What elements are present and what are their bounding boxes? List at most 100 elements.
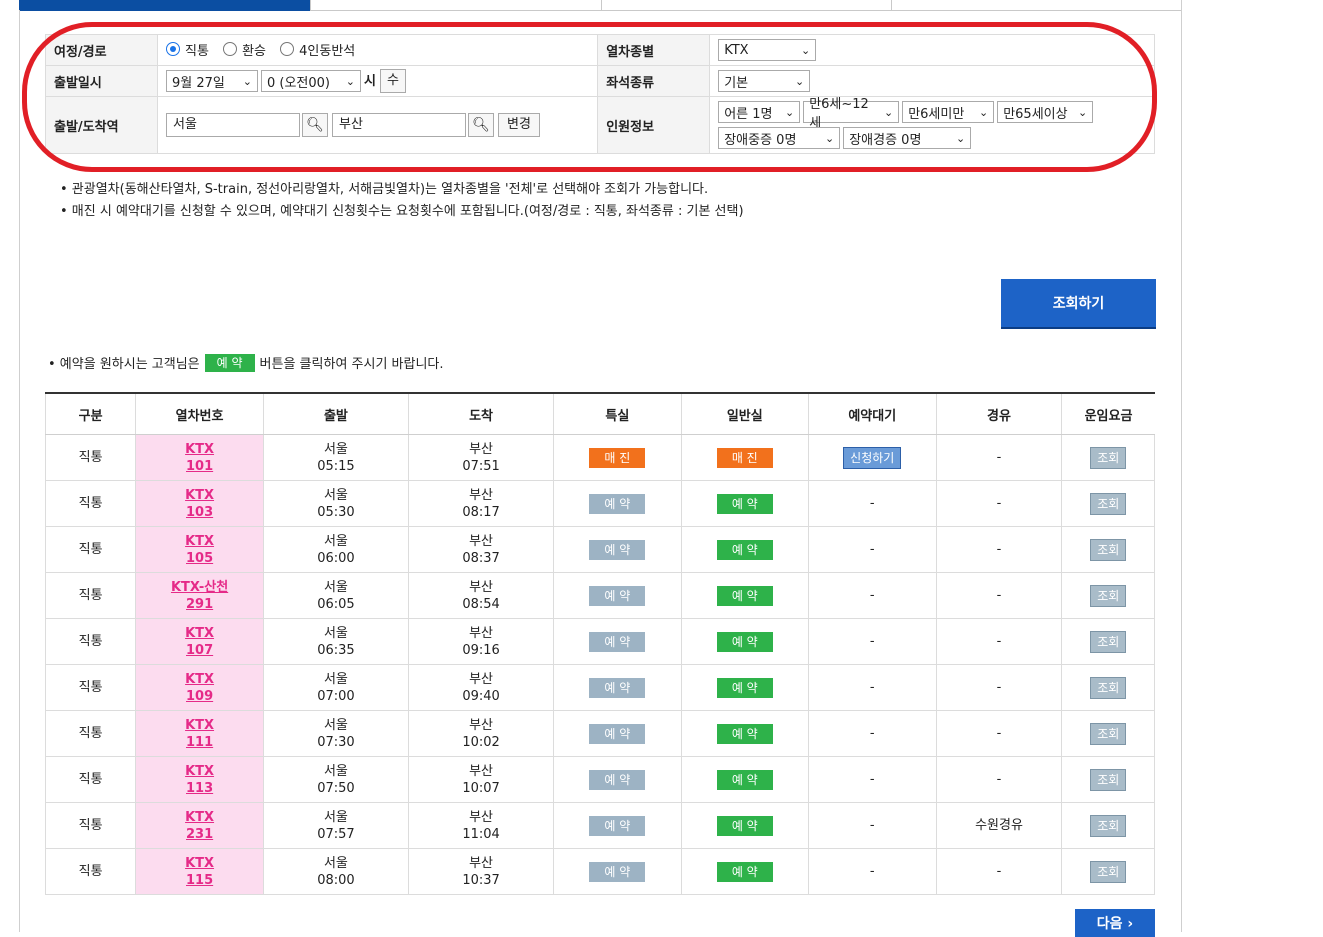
train-type-cell: KTX ⌄ [709,34,1155,66]
waitlist-empty: - [869,772,875,787]
fare-cell: 조회 [1061,434,1155,481]
train-type-select[interactable]: KTX ⌄ [718,39,817,61]
search-form: 여정/경로 직통 환승 4인동반석 열차종별 KTX ⌄ 출발일시 9월 27일 ⌄… [45,34,1155,154]
fare-button[interactable]: 조회 [1090,630,1127,653]
tab-4[interactable] [891,0,1182,11]
route-transfer-radio[interactable]: 환승 [223,40,266,59]
search-button[interactable]: 조회하기 [1001,279,1156,327]
arrival-search-button[interactable]: 🔍︎ [468,113,494,137]
arrival-input[interactable]: 부산 [332,113,466,137]
standard-cell: 예 약 [680,756,810,803]
via-cell: - [935,618,1063,665]
train-link[interactable]: KTX-산천 291 [171,580,228,612]
fare-cell: 조회 [1061,572,1155,619]
arrival-cell: 부산 09:16 [407,618,555,665]
route-direct-radio[interactable]: 직통 [166,40,209,59]
standard-cell: 예 약 [680,480,810,527]
tab-2[interactable] [309,0,601,11]
col-departure: 출발 [262,392,409,435]
waitlist-empty: - [869,496,875,511]
tab-active[interactable] [19,0,310,11]
train-link[interactable]: KTX 115 [185,856,214,888]
train-no-cell: KTX 115 [135,848,264,895]
standard-button[interactable]: 예 약 [716,493,773,514]
waitlist-apply-button[interactable]: 신청하기 [843,446,902,469]
standard-button[interactable]: 예 약 [716,539,773,560]
type-cell: 직통 [44,802,137,849]
standard-button[interactable]: 예 약 [716,585,773,606]
train-link[interactable]: KTX 103 [185,488,214,520]
first-class-button[interactable]: 예 약 [589,539,646,560]
route-group4-radio[interactable]: 4인동반석 [280,40,355,59]
train-link[interactable]: KTX 101 [185,442,214,474]
train-no-cell: KTX 109 [135,664,264,711]
weekday-box: 수 [379,69,406,93]
train-link[interactable]: KTX 109 [185,672,214,704]
arrival-cell: 부산 10:37 [407,848,555,895]
departure-cell: 서울 07:50 [262,756,410,803]
type-cell: 직통 [44,710,137,757]
fare-button[interactable]: 조회 [1090,722,1127,745]
train-results-table: 구분 열차번호 출발 도착 특실 일반실 예약대기 경유 운임요금 직통 KTX 1… [44,392,1155,895]
train-link[interactable]: KTX 105 [185,534,214,566]
first-class-button[interactable]: 예 약 [589,723,646,744]
standard-button[interactable]: 매 진 [716,447,773,468]
train-link[interactable]: KTX 231 [185,810,214,842]
standard-button[interactable]: 예 약 [716,677,773,698]
first-class-cell: 예 약 [553,572,682,619]
departure-cell: 서울 08:00 [262,848,410,895]
col-train-no: 열차번호 [135,392,264,435]
first-class-button[interactable]: 예 약 [589,677,646,698]
waitlist-cell: - [808,526,937,573]
fare-cell: 조회 [1061,526,1155,573]
first-class-button[interactable]: 매 진 [589,447,646,468]
date-select[interactable]: 9월 27일 ⌄ [166,70,258,92]
time-select[interactable]: 0 (오전00) ⌄ [261,70,361,92]
standard-button[interactable]: 예 약 [716,861,773,882]
standard-button[interactable]: 예 약 [716,723,773,744]
departure-search-button[interactable]: 🔍︎ [302,113,328,137]
senior-select[interactable]: 만65세이상 ⌄ [997,101,1094,123]
fare-button[interactable]: 조회 [1090,446,1127,469]
table-row: 직통 KTX 103 서울 05:30 부산 08:17 예 약 예 약 - - 조회 [44,480,1155,527]
fare-button[interactable]: 조회 [1090,814,1127,837]
fare-button[interactable]: 조회 [1090,676,1127,699]
train-link[interactable]: KTX 111 [185,718,214,750]
disabled-mild-select[interactable]: 장애경증 0명 ⌄ [843,127,972,149]
first-class-button[interactable]: 예 약 [589,769,646,790]
first-class-button[interactable]: 예 약 [589,861,646,882]
station-label: 출발/도착역 [45,96,158,154]
fare-button[interactable]: 조회 [1090,584,1127,607]
fare-button[interactable]: 조회 [1090,860,1127,883]
train-type-label: 열차종별 [597,34,711,66]
infant-select[interactable]: 만6세미만 ⌄ [902,101,995,123]
first-class-button[interactable]: 예 약 [589,815,646,836]
disabled-severe-select[interactable]: 장애중증 0명 ⌄ [718,127,841,149]
standard-button[interactable]: 예 약 [716,815,773,836]
first-class-button[interactable]: 예 약 [589,585,646,606]
train-link[interactable]: KTX 113 [185,764,214,796]
notice-2: • 매진 시 예약대기를 신청할 수 있으며, 예약대기 신청횟수는 요청횟수에… [60,204,744,219]
departure-input[interactable]: 서울 [166,113,300,137]
train-link[interactable]: KTX 107 [185,626,214,658]
tab-3[interactable] [600,0,892,11]
first-class-button[interactable]: 예 약 [589,493,646,514]
standard-button[interactable]: 예 약 [716,631,773,652]
next-button[interactable]: 다음 › [1075,909,1155,937]
seat-type-select[interactable]: 기본 ⌄ [718,70,811,92]
passenger-cell: 어른 1명 ⌄ 만6세~12세 ⌄ 만6세미만 ⌄ 만65세이상 ⌄ 장애중증 0명 ⌄ 장애경증… [709,96,1155,154]
adult-select[interactable]: 어른 1명 ⌄ [718,101,801,123]
waitlist-cell: - [808,618,937,665]
fare-button[interactable]: 조회 [1090,768,1127,791]
swap-stations-button[interactable]: 변경 [498,113,540,137]
standard-button[interactable]: 예 약 [716,769,773,790]
waitlist-empty: - [869,542,875,557]
search-icon: 🔍︎ [306,117,324,133]
fare-button[interactable]: 조회 [1090,538,1127,561]
child-select[interactable]: 만6세~12세 ⌄ [803,97,900,131]
waitlist-empty: - [869,726,875,741]
standard-cell: 예 약 [680,572,810,619]
first-class-button[interactable]: 예 약 [589,631,646,652]
fare-button[interactable]: 조회 [1090,492,1127,515]
type-cell: 직통 [44,434,137,481]
